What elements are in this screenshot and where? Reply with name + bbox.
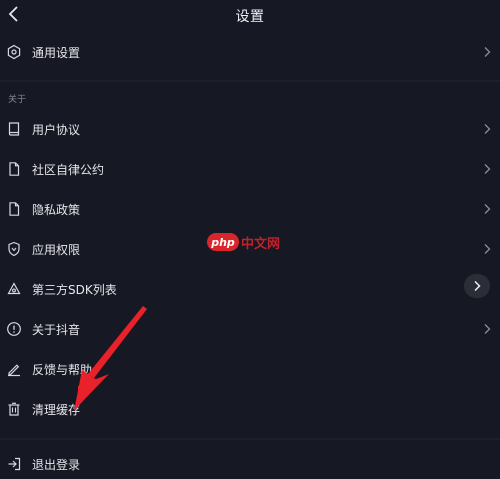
feedback-help-label: 反馈与帮助 xyxy=(32,362,93,377)
chevron-right-icon xyxy=(482,122,492,136)
hexagon-gear-icon xyxy=(6,44,22,60)
settings-page: 设置 通用设置 关于 用户协议 社区自律公约 隐私政策 应用权限 第三方SDK列… xyxy=(0,0,500,479)
app-permissions-label: 应用权限 xyxy=(32,242,81,257)
section-divider xyxy=(0,80,500,82)
watermark-logo: php xyxy=(207,233,239,251)
user-agreement-item[interactable]: 用户协议 xyxy=(0,114,500,144)
clear-cache-label: 清理缓存 xyxy=(32,402,81,417)
chevron-right-icon xyxy=(482,45,492,59)
third-party-sdk-item[interactable]: 第三方SDK列表 xyxy=(0,274,500,304)
chevron-right-icon xyxy=(482,322,492,336)
logout-item[interactable]: 退出登录 xyxy=(0,449,500,479)
chevron-right-icon xyxy=(474,280,481,292)
back-button[interactable] xyxy=(4,2,24,26)
community-convention-item[interactable]: 社区自律公约 xyxy=(0,154,500,184)
community-convention-label: 社区自律公约 xyxy=(32,162,105,177)
third-party-sdk-label: 第三方SDK列表 xyxy=(32,282,117,297)
logout-icon xyxy=(6,456,22,472)
site-watermark: php 中文网 xyxy=(207,232,280,252)
info-icon xyxy=(6,321,22,337)
document-icon xyxy=(6,201,22,217)
chevron-right-icon xyxy=(482,242,492,256)
document-icon xyxy=(6,161,22,177)
privacy-policy-item[interactable]: 隐私政策 xyxy=(0,194,500,224)
feedback-help-item[interactable]: 反馈与帮助 xyxy=(0,354,500,384)
clear-cache-item[interactable]: 清理缓存 xyxy=(0,394,500,424)
section-divider xyxy=(0,438,500,440)
chevron-right-icon xyxy=(482,162,492,176)
triangle-share-icon xyxy=(6,281,22,297)
chevron-left-icon xyxy=(8,6,18,22)
about-douyin-item[interactable]: 关于抖音 xyxy=(0,314,500,344)
about-douyin-label: 关于抖音 xyxy=(32,322,81,337)
logout-label: 退出登录 xyxy=(32,457,81,472)
general-settings-label: 通用设置 xyxy=(32,45,81,60)
pencil-icon xyxy=(6,361,22,377)
floating-expand-button[interactable] xyxy=(464,274,490,298)
user-agreement-label: 用户协议 xyxy=(32,122,81,137)
watermark-text: 中文网 xyxy=(241,236,281,252)
general-settings-item[interactable]: 通用设置 xyxy=(0,37,500,67)
header: 设置 xyxy=(0,0,500,32)
shield-icon xyxy=(6,241,22,257)
book-icon xyxy=(6,121,22,137)
section-about-header: 关于 xyxy=(8,95,27,105)
privacy-policy-label: 隐私政策 xyxy=(32,202,81,217)
chevron-right-icon xyxy=(482,202,492,216)
page-title: 设置 xyxy=(235,9,265,25)
trash-icon xyxy=(6,401,22,417)
